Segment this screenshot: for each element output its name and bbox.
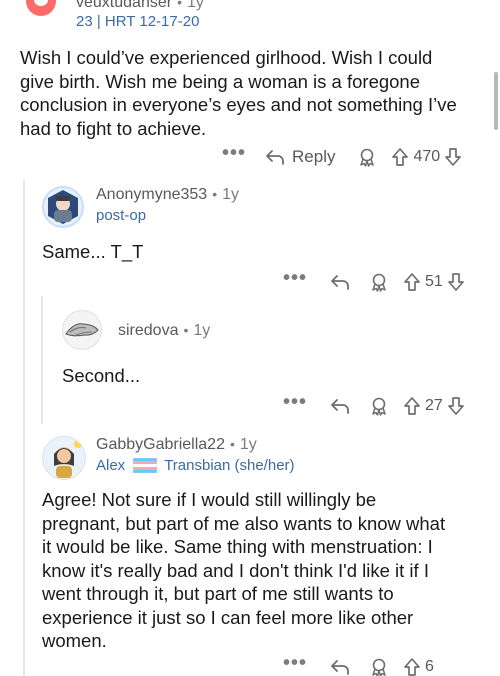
upvote-icon [404,273,420,291]
comment-line: give birth. Wish me being a woman is a f… [20,70,421,92]
flair-text: Transbian (she/her) [164,457,295,474]
comment-line: Wish I could’ve experienced girlhood. Wi… [20,47,433,68]
award-button[interactable] [369,657,389,676]
upvote-icon [404,397,420,415]
upvote-button[interactable] [403,272,421,292]
award-icon [360,148,375,167]
upvote-button[interactable] [391,147,409,167]
comment-line: pregnant, but part of me also wants to k… [42,512,446,534]
avatar-image [48,190,78,224]
comment-age: 1y [193,322,211,339]
flair-name: Alex [96,457,126,474]
vote-count: 6 [425,658,434,675]
comment-line: conclusion in everyone’s eyes and not so… [20,94,457,115]
comment-line: experience it just so I can feel more li… [42,606,414,628]
comment-actions: ••• Reply 470 [222,143,462,168]
upvote-button[interactable] [403,396,421,416]
user-flair: Alex Transbian (she/her) [96,457,295,474]
more-options-button[interactable]: ••• [283,392,307,412]
reply-arrow-icon [331,275,349,290]
reply-label: Reply [292,147,336,166]
dot-separator: • [229,436,235,452]
user-flair: 23 | HRT 12-17-20 [76,13,200,30]
comment-age: 1y [186,0,204,11]
reply-button[interactable]: Reply [264,147,335,167]
thread-line-level1 [23,180,25,676]
comment-line: know it's really bad and I don't think I… [42,559,429,581]
comment-line: women. [42,630,107,651]
comment-username[interactable]: Anonymyne353 [96,186,207,203]
scrollbar[interactable] [494,72,498,130]
comment-actions: ••• 51 [283,268,465,293]
award-icon [372,397,386,416]
avatar[interactable] [62,310,102,350]
award-button[interactable] [357,147,377,167]
downvote-button[interactable] [447,272,465,292]
award-icon [372,658,386,676]
comment-line: went through it, but part of me still wa… [42,583,394,604]
more-options-button[interactable]: ••• [283,653,307,673]
avatar-image [65,323,99,337]
comment-age: 1y [222,186,239,203]
comment-actions: ••• 27 [283,392,465,417]
more-options-button[interactable]: ••• [222,143,246,163]
vote-count: 470 [413,148,441,165]
upvote-button[interactable] [403,657,421,676]
comment-body: Wish I could’ve experienced girlhood. Wi… [20,46,490,140]
trans-flag-icon [133,458,158,473]
comment-line: Same... T_T [42,241,144,262]
comment-actions: ••• 6 [283,653,438,676]
comment-line: it would be like. Same thing with menstr… [42,536,433,557]
vote-count: 51 [425,273,443,290]
comment-line: had to fight to achieve. [20,117,207,139]
comment-line: Agree! Not sure if I would still willing… [42,489,377,510]
downvote-button[interactable] [447,396,465,416]
avatar-image [54,440,82,478]
downvote-icon [445,148,462,166]
reply-arrow-icon [331,399,349,414]
reply-button[interactable] [329,273,351,291]
comment-username[interactable]: siredova [118,322,178,339]
dot-separator: • [212,186,218,202]
reply-arrow-icon [266,150,284,165]
upvote-icon [404,658,420,676]
comment-body: Same... T_T [42,240,143,264]
more-options-button[interactable]: ••• [283,268,307,288]
dot-separator: • [177,0,182,10]
comment-age: 1y [239,436,257,453]
comment-line: Second... [62,365,141,386]
user-flair: post-op [96,207,147,224]
avatar[interactable] [42,436,86,480]
downvote-icon [447,273,464,291]
downvote-icon [447,397,464,415]
reply-button[interactable] [329,658,351,676]
comment-username[interactable]: veuxtudanser [76,0,172,11]
dot-separator: • [183,322,189,338]
comment-body: Agree! Not sure if I would still willing… [42,488,492,653]
award-button[interactable] [369,396,389,416]
upvote-icon [392,148,409,166]
avatar[interactable] [26,0,56,16]
comment-body: Second... [62,364,140,388]
reply-arrow-icon [331,660,349,675]
avatar[interactable] [42,186,84,228]
vote-count: 27 [425,397,443,414]
award-icon [372,273,386,292]
thread-line-level2 [41,296,43,424]
reply-button[interactable] [329,397,351,415]
comment-username[interactable]: GabbyGabriella22 [96,436,225,453]
downvote-button[interactable] [444,147,462,167]
award-button[interactable] [369,272,389,292]
